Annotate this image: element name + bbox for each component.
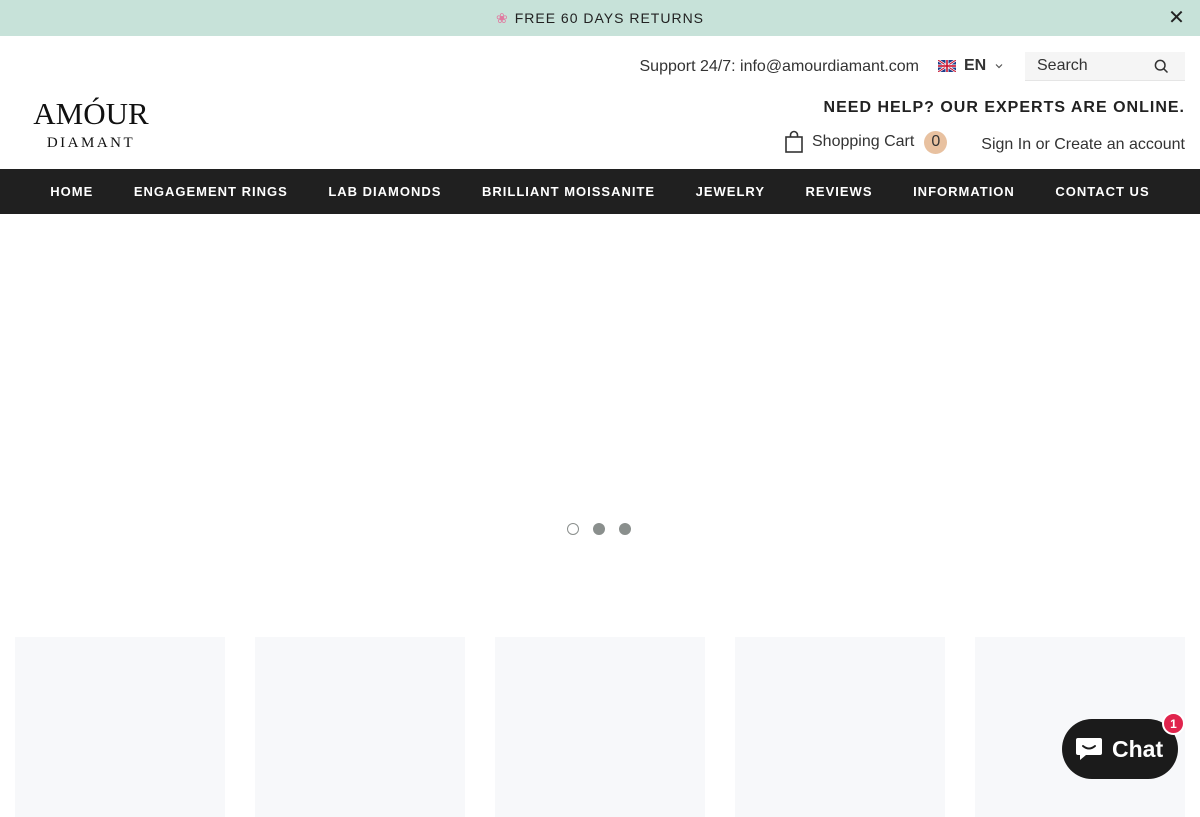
nav-brilliant-moissanite[interactable]: BRILLIANT MOISSANITE [482, 184, 655, 199]
cart-count-badge: 0 [924, 130, 948, 154]
product-card[interactable] [495, 637, 705, 817]
create-account-link[interactable]: Create an account [1054, 136, 1185, 153]
chat-notification-badge: 1 [1162, 712, 1185, 735]
announcement-bar: ❀ FREE 60 DAYS RETURNS ✕ [0, 0, 1200, 36]
svg-text:DIAMANT: DIAMANT [47, 135, 135, 150]
or-text: or [1035, 136, 1050, 153]
shopping-cart[interactable]: Shopping Cart 0 [784, 130, 948, 154]
nav-reviews[interactable]: REVIEWS [806, 184, 873, 199]
nav-lab-diamonds[interactable]: LAB DIAMONDS [328, 184, 441, 199]
search-icon[interactable] [1154, 59, 1169, 74]
product-card[interactable] [735, 637, 945, 817]
language-selector[interactable]: EN [938, 57, 1004, 75]
hero-slider [0, 214, 1200, 554]
nav-jewelry[interactable]: JEWELRY [696, 184, 765, 199]
cart-label: Shopping Cart [812, 133, 915, 150]
support-contact[interactable]: Support 24/7: info@amourdiamant.com [640, 58, 920, 76]
language-label: EN [964, 57, 987, 74]
chevron-down-icon [995, 64, 1003, 69]
slider-dot-3[interactable] [619, 523, 631, 535]
slider-dots [567, 523, 631, 535]
account-links: Sign In or Create an account [981, 136, 1185, 154]
sign-in-link[interactable]: Sign In [981, 136, 1031, 153]
search-input[interactable] [1037, 57, 1137, 75]
svg-text:AMÓUR: AMÓUR [33, 96, 149, 131]
uk-flag-icon [938, 60, 956, 72]
chat-label: Chat [1112, 735, 1164, 762]
help-banner: NEED HELP? OUR EXPERTS ARE ONLINE. [823, 99, 1185, 116]
product-card[interactable] [255, 637, 465, 817]
nav-engagement-rings[interactable]: ENGAGEMENT RINGS [134, 184, 288, 199]
chat-bubble-icon [1076, 738, 1102, 760]
site-header: AMÓUR DIAMANT Support 24/7: info@amourdi… [0, 36, 1200, 169]
slider-dot-2[interactable] [593, 523, 605, 535]
main-navigation: HOME ENGAGEMENT RINGS LAB DIAMONDS BRILL… [0, 169, 1200, 214]
slider-dot-1[interactable] [567, 523, 579, 535]
chat-button[interactable]: Chat 1 [1062, 712, 1185, 779]
product-card[interactable] [15, 637, 225, 817]
close-icon[interactable]: ✕ [1168, 8, 1186, 28]
product-grid [15, 637, 1185, 817]
search-box [1025, 52, 1185, 81]
nav-home[interactable]: HOME [50, 184, 93, 199]
shopping-bag-icon [785, 130, 803, 153]
announcement-text: FREE 60 DAYS RETURNS [514, 10, 705, 26]
nav-information[interactable]: INFORMATION [913, 184, 1015, 199]
nav-contact-us[interactable]: CONTACT US [1055, 184, 1149, 199]
brand-logo[interactable]: AMÓUR DIAMANT [28, 90, 154, 150]
flower-icon: ❀ [495, 9, 509, 26]
